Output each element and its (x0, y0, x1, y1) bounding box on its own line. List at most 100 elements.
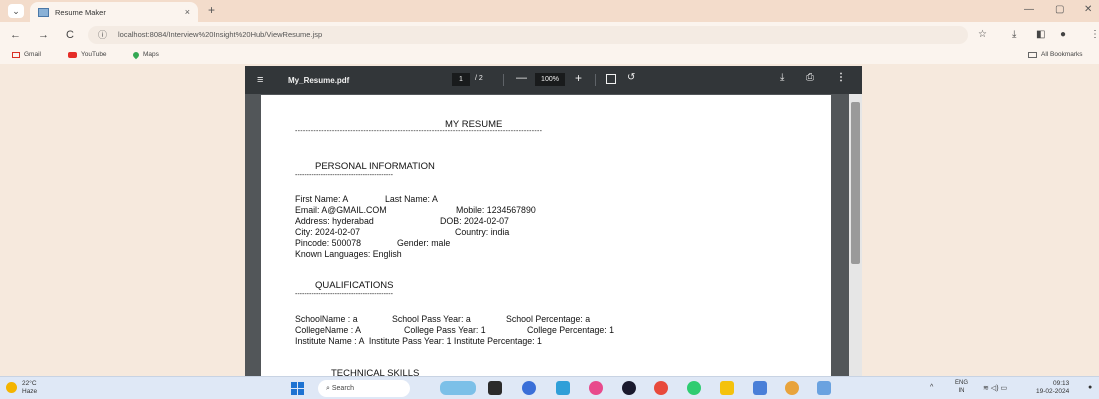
clock[interactable]: 09:13 19-02-2024 (1036, 380, 1069, 396)
print-icon[interactable]: ⎙ (806, 72, 814, 83)
lang-label: ENG (955, 380, 969, 386)
store-icon[interactable] (753, 381, 767, 395)
youtube-icon (68, 51, 77, 58)
weather-widget[interactable]: 22°C Haze (22, 380, 37, 396)
bookmarks-bar: Gmail YouTube Maps All Bookmarks (0, 48, 1099, 64)
page-number-input[interactable]: 1 (452, 73, 470, 86)
menu-icon[interactable]: ⋮ (1090, 29, 1099, 40)
institute-line: Institute Name : A Institute Pass Year: … (295, 336, 542, 346)
pdf-page: MY RESUME ------------------------------… (261, 95, 831, 379)
network-sound-battery-icon[interactable]: ≋ ◁) ▭ (983, 384, 1007, 392)
school-name: SchoolName : a (295, 314, 358, 324)
title-rule: ----------------------------------------… (295, 128, 543, 135)
more-actions-icon[interactable]: ⋮ (836, 72, 846, 83)
weather-icon[interactable] (6, 382, 17, 393)
download-icon[interactable]: ⤓ (780, 72, 784, 83)
bookmark-maps[interactable]: Maps (131, 50, 159, 59)
region-label: IN (958, 388, 965, 394)
minimize-button[interactable]: — (1024, 4, 1034, 15)
bookmark-gmail[interactable]: Gmail (12, 51, 41, 58)
school-pass-year: School Pass Year: a (392, 314, 471, 324)
new-tab-button[interactable]: + (208, 3, 215, 17)
sidepanel-icon[interactable]: ◧ (1036, 29, 1045, 40)
chat-icon[interactable] (522, 381, 536, 395)
tab-strip: ⌄ Resume Maker × + — ▢ ✕ (0, 0, 1099, 22)
tab-search-button[interactable]: ⌄ (8, 4, 24, 18)
language-indicator[interactable]: ENG IN (955, 379, 968, 395)
search-placeholder: Search (331, 385, 355, 392)
pdf-viewer: ≡ My_Resume.pdf 1 / 2 — 100% + ↺ ⤓ ⎙ ⋮ M… (245, 66, 862, 379)
task-view-icon[interactable] (488, 381, 502, 395)
clock-date: 19-02-2024 (1036, 388, 1070, 395)
taskbar: 22°C Haze ⌕ Search ^ ENG IN ≋ ◁) ▭ 09:13… (0, 376, 1099, 399)
country: Country: india (455, 227, 510, 237)
bookmark-label: Gmail (24, 51, 41, 58)
start-button[interactable] (291, 382, 304, 395)
zoom-input[interactable]: 100% (535, 73, 565, 86)
college-percentage: College Percentage: 1 (527, 325, 615, 335)
favicon-icon (38, 7, 49, 17)
app-icon-dark[interactable] (622, 381, 636, 395)
forward-button[interactable]: → (38, 29, 49, 41)
all-bookmarks-button[interactable]: All Bookmarks (1028, 51, 1083, 58)
college-name: CollegeName : A (295, 325, 362, 335)
app-icon-blue[interactable] (817, 381, 831, 395)
bookmark-youtube[interactable]: YouTube (68, 51, 107, 58)
site-info-icon[interactable]: ⓘ (98, 26, 107, 44)
mobile: Mobile: 1234567890 (456, 205, 536, 215)
url-text: localhost:8084/Interview%20Insight%20Hub… (118, 30, 323, 39)
bookmark-label: YouTube (81, 51, 107, 58)
tray-overflow-icon[interactable]: ^ (930, 384, 933, 391)
app-icon-green[interactable] (687, 381, 701, 395)
edge-icon[interactable] (556, 381, 570, 395)
qualifications-heading: QUALIFICATIONS (315, 280, 394, 291)
city: City: 2024-02-07 (295, 227, 361, 237)
personal-heading: PERSONAL INFORMATION (315, 161, 435, 172)
reload-button[interactable]: C (66, 29, 74, 41)
toolbar-divider (503, 74, 504, 86)
bookmark-star-icon[interactable]: ☆ (978, 29, 987, 40)
all-bookmarks-label: All Bookmarks (1041, 51, 1083, 58)
search-app-icon[interactable] (589, 381, 603, 395)
tab-title: Resume Maker (55, 7, 106, 17)
weather-condition: Haze (22, 388, 38, 395)
personal-rule: ----------------------------------------… (295, 172, 393, 179)
scrollbar-thumb[interactable] (851, 102, 860, 264)
folder-icon (1028, 51, 1037, 58)
email: Email: A@GMAIL.COM (295, 205, 387, 215)
pdf-toolbar: ≡ My_Resume.pdf 1 / 2 — 100% + ↺ ⤓ ⎙ ⋮ (245, 66, 862, 94)
tab-close-icon[interactable]: × (185, 7, 190, 17)
page-total: / 2 (475, 75, 483, 82)
tab-resume-maker[interactable]: Resume Maker × (30, 2, 198, 22)
zoom-in-button[interactable]: + (575, 71, 582, 85)
gmail-icon (12, 51, 20, 58)
chrome-active-icon[interactable] (785, 381, 799, 395)
restore-button[interactable]: ▢ (1055, 4, 1064, 15)
profile-icon[interactable]: ● (1060, 29, 1066, 40)
pincode: Pincode: 500078 (295, 238, 362, 248)
gender: Gender: male (397, 238, 451, 248)
notification-bell-icon[interactable]: ● (1088, 384, 1092, 391)
fit-page-icon[interactable] (606, 74, 616, 84)
widgets-icon[interactable] (440, 381, 476, 395)
last-name: Last Name: A (385, 194, 438, 204)
zoom-out-button[interactable]: — (516, 72, 527, 84)
clock-time: 09:13 (1052, 380, 1070, 387)
close-window-button[interactable]: ✕ (1084, 4, 1092, 15)
qualifications-rule: ----------------------------------------… (295, 291, 393, 298)
first-name: First Name: A (295, 194, 349, 204)
back-button[interactable]: ← (10, 29, 21, 41)
toolbar-divider (595, 74, 596, 86)
file-explorer-icon[interactable] (720, 381, 734, 395)
downloads-icon[interactable]: ⤓ (1012, 29, 1016, 40)
dob: DOB: 2024-02-07 (440, 216, 509, 226)
temperature: 22°C (22, 380, 37, 387)
school-percentage: School Percentage: a (506, 314, 591, 324)
pdf-scrollbar[interactable] (849, 94, 862, 378)
chrome-icon[interactable] (654, 381, 668, 395)
address-bar[interactable]: ⓘ localhost:8084/Interview%20Insight%20H… (88, 26, 968, 44)
rotate-icon[interactable]: ↺ (627, 72, 635, 83)
taskbar-search[interactable]: ⌕ Search (318, 380, 410, 397)
hamburger-menu-icon[interactable]: ≡ (257, 74, 263, 86)
address: Address: hyderabad (295, 216, 374, 226)
